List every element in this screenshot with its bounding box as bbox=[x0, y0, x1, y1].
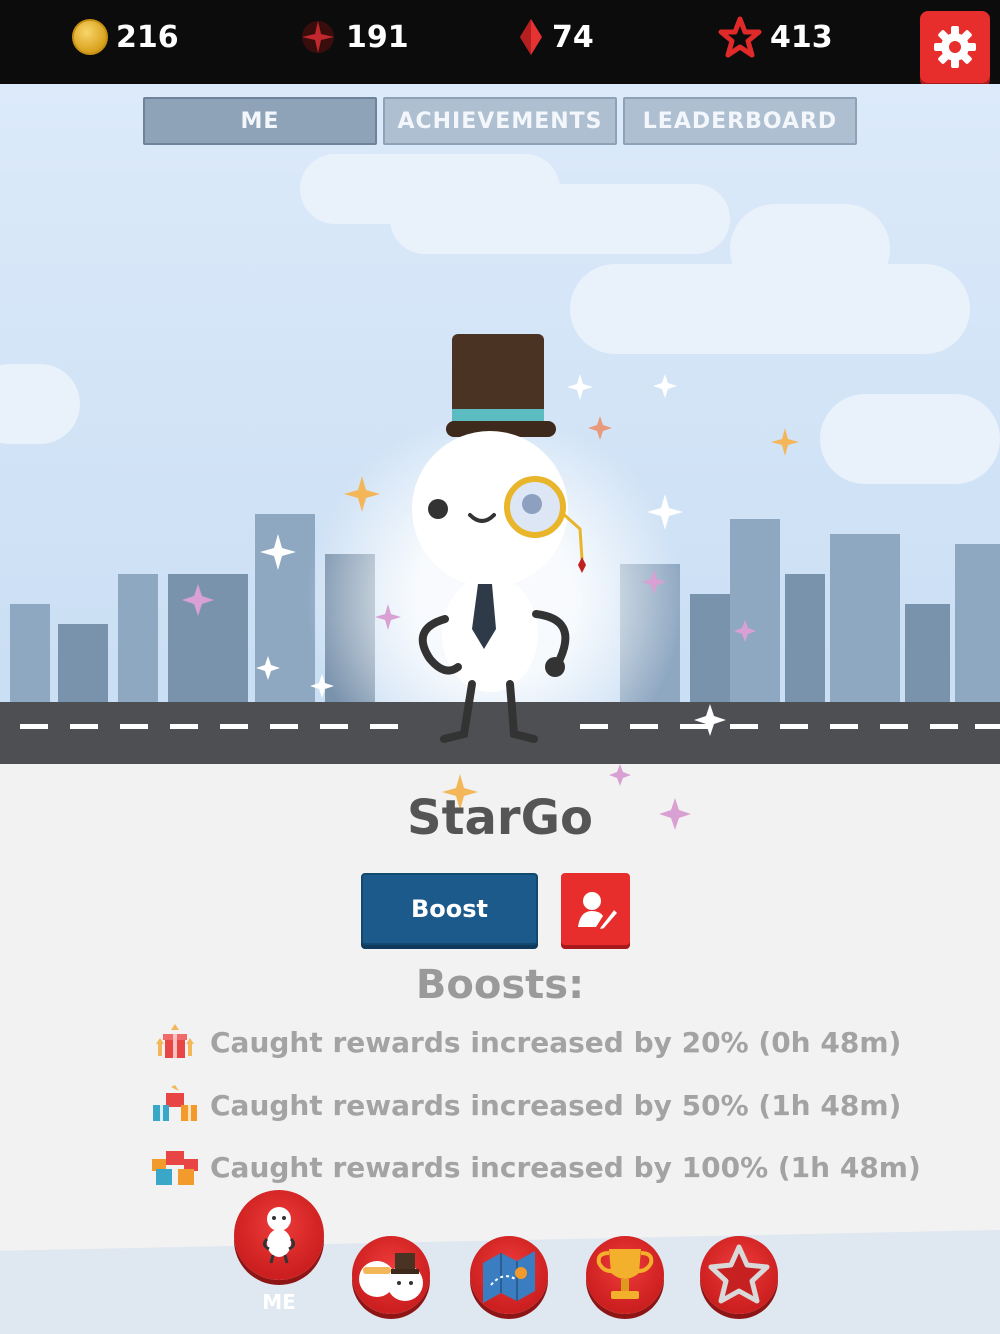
gift-icon bbox=[153, 1085, 197, 1121]
tab-leaderboard-label: LEADERBOARD bbox=[642, 108, 838, 134]
edit-profile-icon bbox=[577, 892, 618, 931]
nav-me-button[interactable] bbox=[234, 1190, 324, 1280]
tab-leaderboard[interactable]: LEADERBOARD bbox=[623, 97, 857, 145]
nav-characters-button[interactable] bbox=[352, 1236, 430, 1314]
nav-me-label: ME bbox=[262, 1290, 296, 1314]
boosts-title: Boosts: bbox=[415, 962, 585, 1008]
profile-tabs: ME ACHIEVEMENTS LEADERBOARD bbox=[143, 97, 857, 145]
dark-stars-counter: 191 bbox=[298, 14, 409, 60]
characters-icon bbox=[359, 1253, 423, 1301]
coins-value: 216 bbox=[116, 19, 179, 55]
settings-button[interactable] bbox=[920, 11, 990, 83]
tab-me-label: ME bbox=[240, 108, 280, 134]
gems-counter: 74 bbox=[518, 14, 594, 60]
trophy-icon bbox=[596, 1249, 654, 1299]
red-gem-icon bbox=[520, 19, 542, 55]
boost-item: Caught rewards increased by 20% (0h 48m) bbox=[150, 1022, 901, 1062]
boost-item-text: Caught rewards increased by 100% (1h 48m… bbox=[210, 1150, 921, 1184]
top-bar: 216 191 74 413 bbox=[0, 0, 1000, 84]
character-scene bbox=[0, 84, 1000, 764]
stars-value: 413 bbox=[770, 19, 833, 55]
boost-item-text: Caught rewards increased by 50% (1h 48m) bbox=[210, 1088, 902, 1122]
coins-counter: 216 bbox=[72, 14, 179, 60]
nav-star-button[interactable] bbox=[700, 1236, 778, 1314]
boost-item: Caught rewards increased by 100% (1h 48m… bbox=[150, 1147, 921, 1187]
tab-achievements[interactable]: ACHIEVEMENTS bbox=[383, 97, 617, 145]
tab-achievements-label: ACHIEVEMENTS bbox=[397, 108, 603, 134]
nav-map-button[interactable] bbox=[470, 1236, 548, 1314]
edit-profile-button[interactable] bbox=[561, 873, 630, 945]
stars-counter: 413 bbox=[718, 14, 833, 60]
tab-me[interactable]: ME bbox=[143, 97, 377, 145]
red-star-outline-icon bbox=[718, 16, 762, 58]
gems-value: 74 bbox=[552, 19, 594, 55]
boost-button[interactable]: Boost bbox=[361, 873, 538, 945]
boost-item-text: Caught rewards increased by 20% (0h 48m) bbox=[210, 1025, 902, 1059]
dark-star-icon bbox=[302, 21, 334, 53]
sparkles-decoration bbox=[182, 374, 799, 736]
dark-stars-value: 191 bbox=[346, 19, 409, 55]
map-icon bbox=[483, 1251, 535, 1303]
gear-icon bbox=[934, 26, 976, 68]
gift-icon bbox=[152, 1151, 198, 1185]
gift-icon bbox=[156, 1024, 194, 1058]
coin-icon bbox=[72, 19, 108, 55]
character-icon bbox=[262, 1207, 296, 1264]
star-icon bbox=[708, 1244, 770, 1304]
player-name: StarGo bbox=[407, 790, 593, 846]
nav-trophy-button[interactable] bbox=[586, 1236, 664, 1314]
boost-item: Caught rewards increased by 50% (1h 48m) bbox=[150, 1085, 901, 1125]
boost-button-label: Boost bbox=[410, 895, 489, 923]
